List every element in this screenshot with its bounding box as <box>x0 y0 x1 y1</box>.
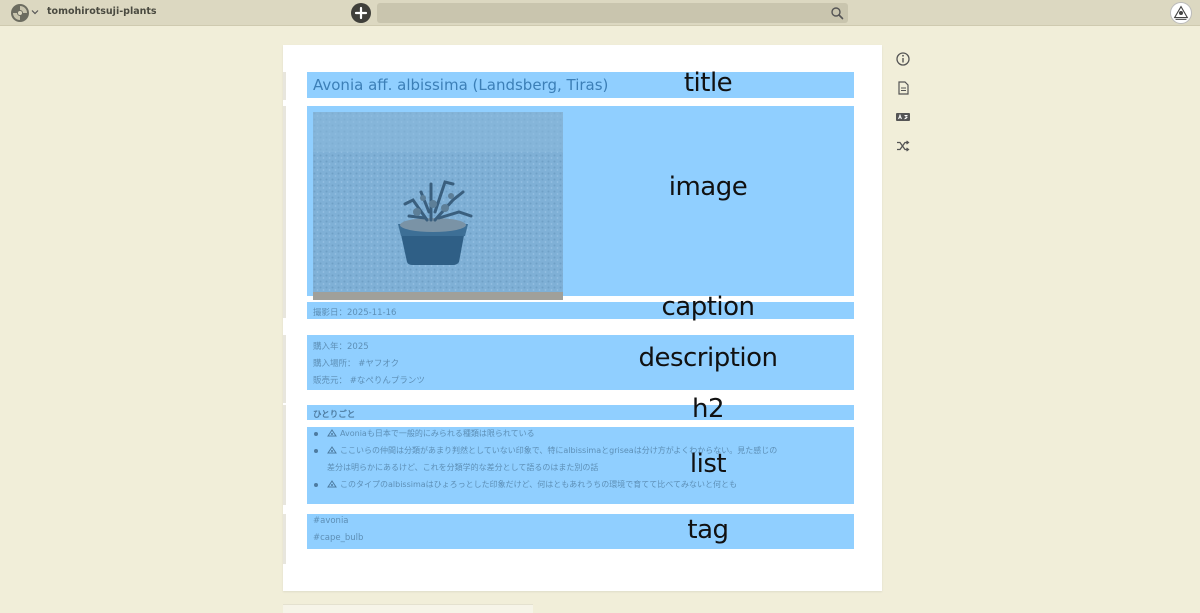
plus-icon <box>354 6 368 20</box>
purchase-place-tag[interactable]: #ヤフオク <box>358 359 399 369</box>
photo-caption: 撮影日：2025-11-16 <box>313 308 397 318</box>
document-icon[interactable] <box>895 80 911 96</box>
bullet-icon <box>314 432 318 436</box>
info-icon[interactable] <box>895 51 911 67</box>
avatar[interactable] <box>1170 2 1192 24</box>
translate-icon[interactable] <box>895 109 911 125</box>
purchase-place-label: 購入場所： <box>313 359 356 369</box>
page-title: Avonia aff. albissima (Landsberg, Tiras) <box>313 76 609 94</box>
list-item: Avoniaも日本で一般的にみられる種類は限られている <box>314 425 849 442</box>
bullet-icon <box>314 449 318 453</box>
bullet-icon <box>314 483 318 487</box>
tag-link-avonia[interactable]: #avonia <box>313 516 349 526</box>
line-gutter <box>283 405 286 505</box>
purchase-year: 購入年：2025 <box>313 340 369 352</box>
top-bar: tomohirotsuji-plants <box>0 0 1200 26</box>
tag-annotation: tag <box>687 515 729 545</box>
leaf-icon <box>327 429 337 437</box>
plant-photo[interactable] <box>313 112 563 300</box>
search-box <box>377 3 848 23</box>
list-annotation: list <box>689 449 727 479</box>
project-name[interactable]: tomohirotsuji-plants <box>47 6 157 17</box>
purchase-place: 購入場所： #ヤフオク <box>313 357 399 369</box>
purchase-year-text: 購入年：2025 <box>313 342 369 352</box>
line-gutter <box>283 106 286 318</box>
line-gutter <box>283 514 286 564</box>
shuffle-icon[interactable] <box>895 138 911 154</box>
caption-annotation: caption <box>661 292 755 322</box>
leaf-icon <box>327 480 337 488</box>
chevron-down-icon[interactable] <box>31 8 39 16</box>
line-gutter <box>283 335 286 403</box>
tag-link-cape-bulb[interactable]: #cape_bulb <box>313 533 363 543</box>
page-card: Avonia aff. albissima (Landsberg, Tiras)… <box>283 45 882 591</box>
line-gutter <box>283 72 286 100</box>
seller-tag[interactable]: #なぺりんプランツ <box>350 376 425 386</box>
title-annotation: title <box>683 68 733 98</box>
seller: 販売元： #なぺりんプランツ <box>313 374 425 386</box>
user-avatar-icon <box>1173 5 1189 20</box>
search-icon[interactable] <box>830 6 844 20</box>
h2-annotation: h2 <box>691 394 725 424</box>
description-annotation: description <box>638 343 778 373</box>
list-item-text: Avoniaも日本で一般的にみられる種類は限られている <box>340 429 535 438</box>
new-page-button[interactable] <box>351 3 371 23</box>
list-item-text: 差分は明らかにあるけど、これを分類学的な差分として語るのはまた別の話 <box>327 463 599 472</box>
section-heading: ひとりごと <box>313 410 356 420</box>
related-pages-area <box>283 604 533 613</box>
seller-label: 販売元： <box>313 376 348 386</box>
leaf-icon <box>327 446 337 454</box>
project-logo-icon[interactable] <box>10 3 30 23</box>
image-annotation: image <box>668 172 748 202</box>
list-item-text: このタイプのalbissimaはひょろっとした印象だけど、何はともあれうちの環境… <box>340 480 737 489</box>
search-input[interactable] <box>377 3 822 23</box>
